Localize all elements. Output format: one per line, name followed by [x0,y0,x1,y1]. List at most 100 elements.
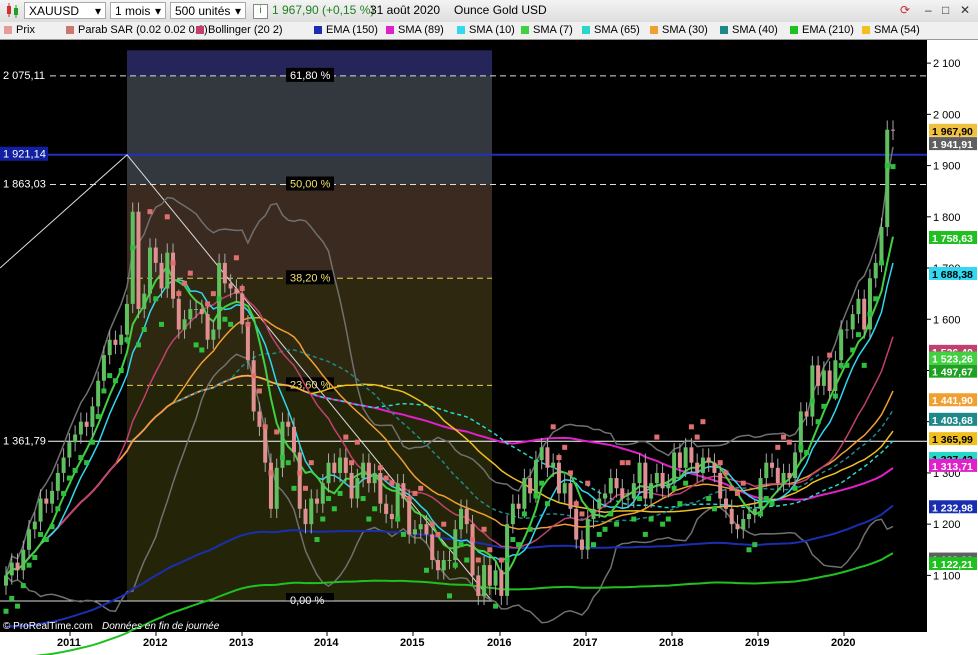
candle-body [194,309,199,311]
sar-dot [533,493,539,499]
sar-dot [510,537,516,543]
candle-body [280,421,285,468]
candle-body [597,498,602,509]
sar-dot [631,516,637,522]
candle-body [205,314,210,340]
sar-dot [539,480,545,486]
candle-body [78,421,83,435]
sar-dot [159,321,165,327]
sar-dot [308,460,314,466]
sar-dot [861,362,867,368]
legend-item[interactable]: SMA (7) [521,24,573,37]
sar-dot [637,496,643,502]
candlestick-icon[interactable] [4,3,20,20]
sar-dot [567,470,573,476]
sar-dot [614,521,620,527]
period-selector[interactable]: 1 mois ▾ [110,2,166,19]
candle-body [372,472,377,484]
sar-dot [72,467,78,473]
sar-dot [579,511,585,517]
legend-label: Bollinger (20 2) [208,24,283,36]
candle-body [718,472,723,499]
price-tag-label: 1 313,71 [932,461,973,473]
candle-body [810,365,815,417]
legend-item[interactable]: Bollinger (20 2) [196,24,283,37]
candle-body [522,478,527,509]
sar-dot [32,554,38,560]
candle-body [533,460,538,494]
candle-body [568,483,573,509]
sar-dot [15,603,21,609]
candle-body [499,570,504,596]
candle-body [343,457,348,473]
candle-body [839,329,844,361]
legend-label: EMA (210) [802,24,854,36]
legend-swatch [386,26,394,34]
candle-body [510,503,515,525]
sar-dot [527,526,533,532]
candle-body [378,472,383,504]
refresh-icon[interactable]: ⟳ [900,3,910,17]
symbol-selector[interactable]: XAUUSD ▾ [24,2,106,19]
sar-dot [303,485,309,491]
price-tag-label: 1 403,68 [932,415,973,427]
maximize-icon[interactable]: □ [942,3,949,17]
candle-body [476,575,481,596]
legend-item[interactable]: SMA (40) [720,24,778,37]
sar-dot [688,424,694,430]
sar-dot [262,424,268,430]
legend-label: EMA (150) [326,24,378,36]
info-icon[interactable]: i [253,4,268,19]
legend-item[interactable]: SMA (30) [650,24,708,37]
sar-dot [210,291,216,297]
legend-item[interactable]: EMA (150) [314,24,378,37]
candle-body [107,339,112,356]
minimize-icon[interactable]: – [925,3,932,17]
candle-body [816,365,821,386]
price-tag-label: 1 497,67 [932,367,973,379]
legend-item[interactable]: SMA (65) [582,24,640,37]
candle-body [770,462,775,468]
sar-dot [683,480,689,486]
candle-body [562,483,567,494]
sar-dot [297,470,303,476]
legend-item[interactable]: EMA (210) [790,24,854,37]
sar-dot [608,511,614,517]
candle-body [579,539,584,550]
candle-body [165,252,170,289]
close-icon[interactable]: ✕ [960,3,970,17]
sar-dot [723,470,729,476]
candle-body [338,457,343,473]
candle-body [384,503,389,514]
sar-dot [84,460,90,466]
sar-dot [827,352,833,358]
quote-date: 31 août 2020 [370,3,441,17]
candle-body [821,370,826,386]
legend-item[interactable]: SMA (89) [386,24,444,37]
sar-dot [648,516,654,522]
price-tag-label: 1 365,99 [932,434,973,446]
sar-dot [596,531,602,537]
legend-item[interactable]: Prix [4,24,35,37]
candle-body [84,421,89,427]
last-price: 1 967,90 [272,3,319,17]
candle-body [326,462,331,484]
sar-dot [112,378,118,384]
candle-body [758,478,763,509]
sar-dot [458,542,464,548]
price-chart[interactable]: 61,80 %2 075,1150,00 %1 863,0338,20 %23,… [0,40,978,655]
legend-item[interactable]: SMA (54) [862,24,920,37]
sar-dot [354,439,360,445]
legend-item[interactable]: SMA (10) [457,24,515,37]
candle-body [591,508,596,520]
candle-body [873,262,878,279]
sar-dot [452,562,458,568]
candle-body [228,283,233,289]
x-tick-label: 2017 [573,637,597,649]
candle-body [418,524,423,530]
units-selector[interactable]: 500 unités ▾ [170,2,246,19]
legend-item[interactable]: Parab SAR (0.02 0.02 0.2) [66,24,208,37]
sar-dot [314,537,320,543]
sar-dot [395,516,401,522]
sar-dot [763,496,769,502]
